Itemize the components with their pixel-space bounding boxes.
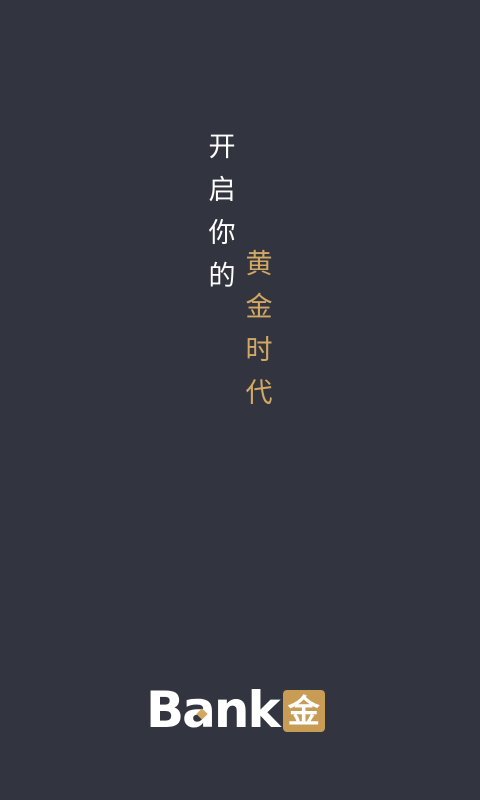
slogan-char: 时 (245, 335, 273, 366)
slogan-char: 黄 (245, 249, 273, 280)
slogan-line-white: 开 启 你 的 (207, 126, 237, 298)
slogan-char: 的 (208, 261, 236, 292)
slogan-char: 你 (208, 218, 236, 249)
logo-wordmark: Bank (146, 685, 281, 735)
slogan-char: 金 (245, 292, 273, 323)
logo-word-text: Bank (146, 681, 281, 739)
slogan-char: 代 (245, 378, 273, 409)
splash-screen: 开 启 你 的 黄 金 时 代 Bank 金 (0, 0, 480, 800)
slogan-line-gold: 黄 金 时 代 (244, 243, 274, 415)
logo-badge: 金 (282, 690, 325, 732)
slogan-char: 启 (208, 175, 236, 206)
slogan-char: 开 (208, 132, 236, 163)
bank-logo: Bank 金 (146, 685, 325, 735)
